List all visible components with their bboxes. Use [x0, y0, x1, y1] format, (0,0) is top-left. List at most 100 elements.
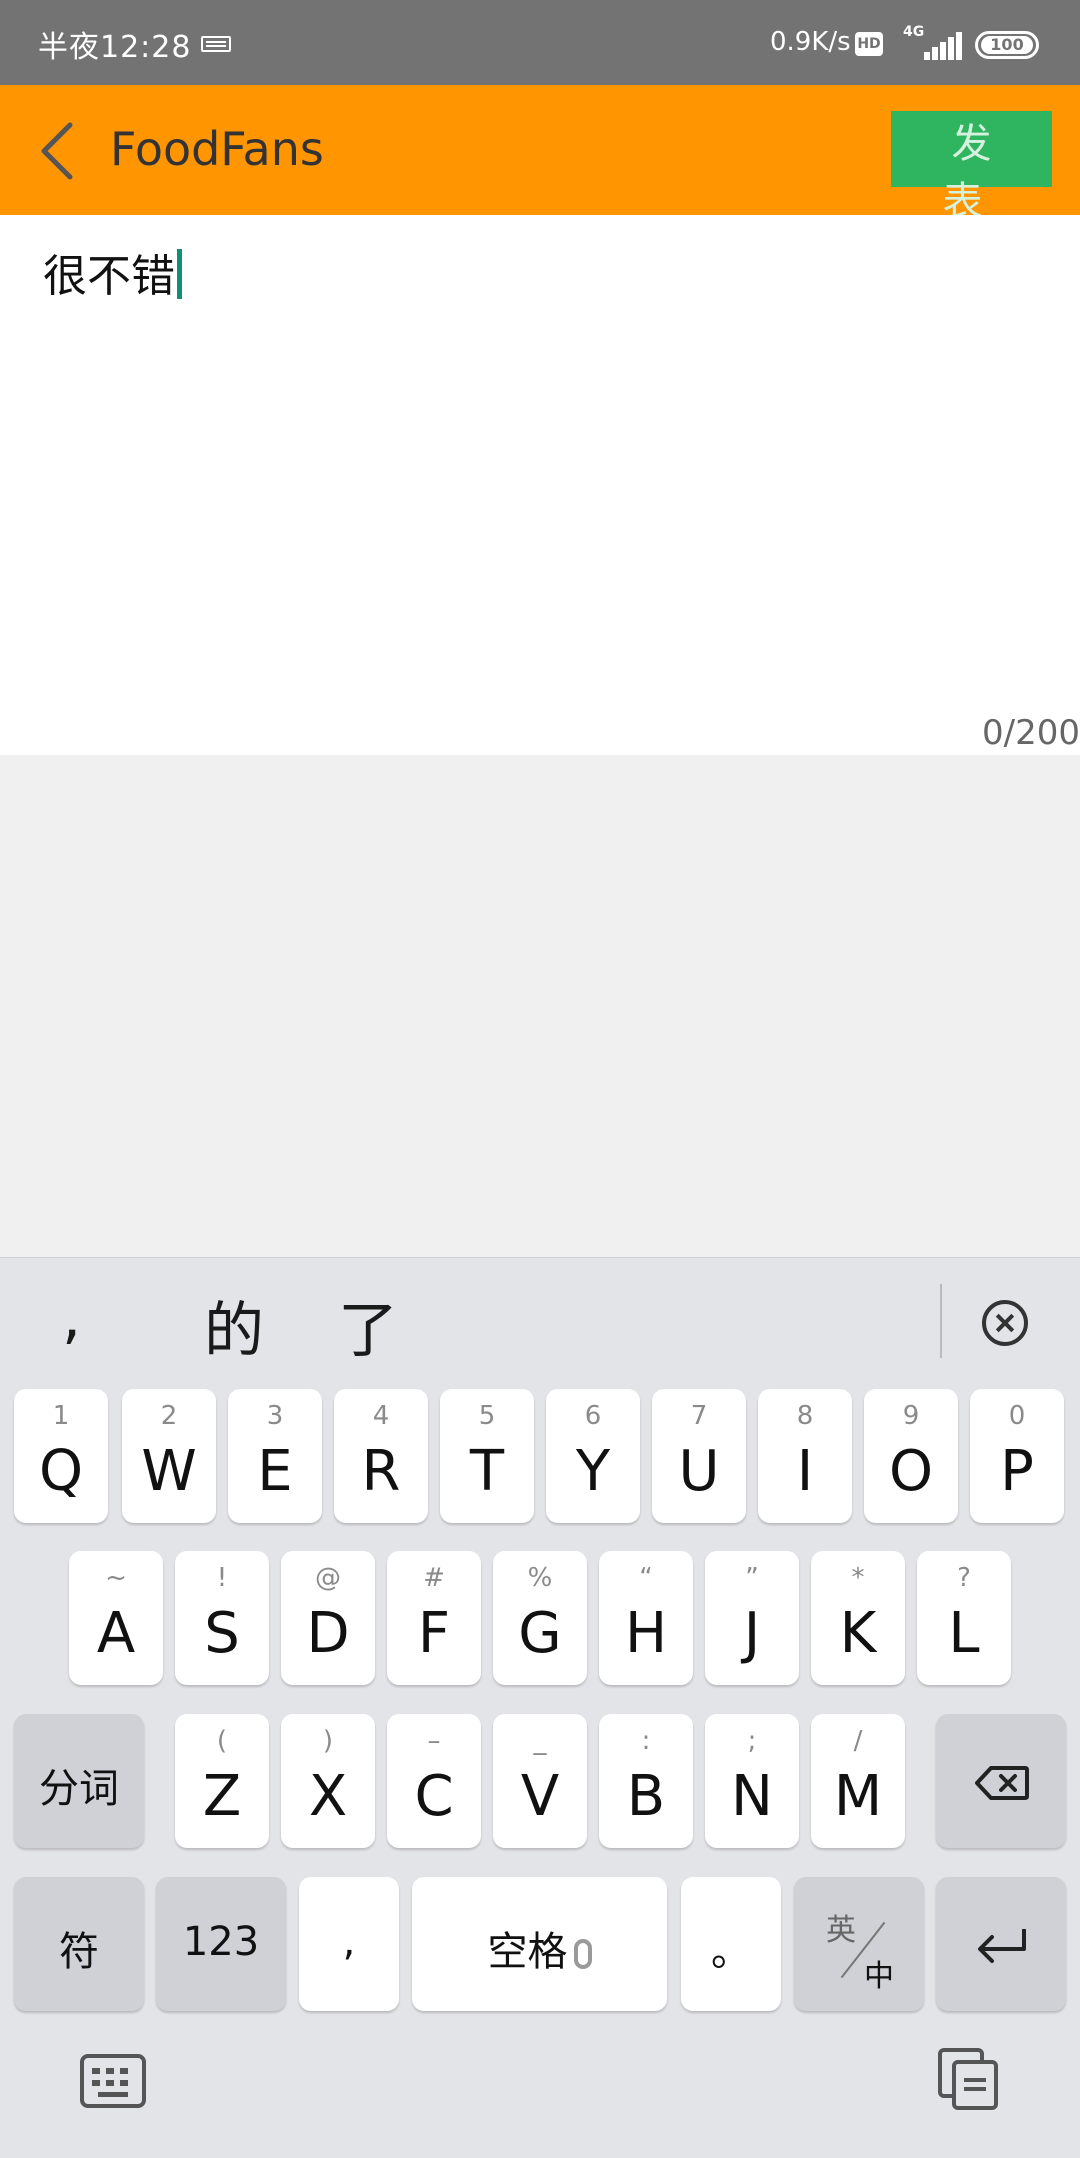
key-f[interactable]: # F: [387, 1551, 481, 1685]
suggestion-bar: , 的 了: [0, 1258, 1080, 1388]
suggestion-item[interactable]: 的: [204, 1282, 264, 1369]
empty-area: [0, 755, 1080, 1257]
key-label: Q: [38, 1439, 84, 1504]
key-label: I: [796, 1439, 814, 1504]
key-hint: 8: [796, 1401, 814, 1431]
key-m[interactable]: / M: [811, 1714, 905, 1848]
key-hint: 1: [52, 1401, 70, 1431]
key-hint: ”: [745, 1563, 759, 1593]
key-label: N: [731, 1764, 773, 1829]
backspace-key[interactable]: [936, 1714, 1066, 1848]
key-hint: –: [427, 1726, 441, 1756]
key-p[interactable]: 0P: [970, 1389, 1064, 1523]
symbol-key[interactable]: 符: [14, 1877, 144, 2011]
key-a[interactable]: ~ A: [69, 1551, 163, 1685]
key-g[interactable]: % G: [493, 1551, 587, 1685]
key-hint: 5: [478, 1401, 496, 1431]
close-icon[interactable]: [982, 1300, 1028, 1346]
keyboard-icon[interactable]: [80, 2054, 146, 2108]
key-d[interactable]: @ D: [281, 1551, 375, 1685]
key-label: 。: [711, 1929, 751, 1975]
key-hint: @: [315, 1563, 341, 1593]
key-b[interactable]: :B: [599, 1714, 693, 1848]
key-u[interactable]: 7U: [652, 1389, 746, 1523]
key-l[interactable]: ? L: [917, 1551, 1011, 1685]
key-label: L: [948, 1601, 980, 1666]
key-z[interactable]: (Z: [175, 1714, 269, 1848]
network-speed: 0.9K/s: [770, 27, 851, 57]
segment-key[interactable]: 分词: [14, 1714, 144, 1848]
suggestion-item[interactable]: 了: [338, 1282, 398, 1369]
status-bar: 半夜12:28 0.9K/s HD 4G 100: [0, 0, 1080, 85]
key-label: K: [839, 1601, 877, 1666]
language-switch-key[interactable]: 英 中: [794, 1877, 924, 2011]
key-x[interactable]: ) X: [281, 1714, 375, 1848]
key-label: W: [141, 1439, 197, 1504]
key-h[interactable]: “H: [599, 1551, 693, 1685]
key-hint: /: [853, 1726, 863, 1756]
signal-icon: [920, 32, 962, 60]
key-label: O: [888, 1439, 934, 1504]
key-label: V: [520, 1764, 560, 1829]
key-label: X: [308, 1764, 348, 1829]
key-hint: “: [639, 1563, 653, 1593]
key-s[interactable]: ! S: [175, 1551, 269, 1685]
battery-level: 100: [981, 36, 1033, 54]
divider: [940, 1284, 942, 1358]
key-e[interactable]: 3E: [228, 1389, 322, 1523]
key-i[interactable]: 8I: [758, 1389, 852, 1523]
lang-zh-label: 中: [864, 1959, 894, 1994]
key-hint: !: [216, 1563, 228, 1593]
key-label: 分词: [39, 1766, 119, 1812]
key-k[interactable]: * K: [811, 1551, 905, 1685]
key-label: 123: [182, 1919, 260, 1965]
key-hint: :: [641, 1726, 651, 1756]
key-hint: 2: [160, 1401, 178, 1431]
post-editor[interactable]: 很不错 0/200: [0, 215, 1080, 755]
key-hint: 3: [266, 1401, 284, 1431]
key-label: D: [306, 1601, 350, 1666]
key-label: M: [833, 1764, 883, 1829]
key-label: T: [469, 1439, 505, 1504]
back-button[interactable]: [30, 113, 90, 188]
battery-icon: 100: [975, 31, 1039, 59]
key-o[interactable]: 9O: [864, 1389, 958, 1523]
key-w[interactable]: 2W: [122, 1389, 216, 1523]
key-j[interactable]: ” J: [705, 1551, 799, 1685]
clipboard-front: [952, 2060, 998, 2110]
lang-en-label: 英: [826, 1913, 856, 1948]
key-c[interactable]: – C: [387, 1714, 481, 1848]
publish-button[interactable]: 发 表: [891, 111, 1052, 225]
key-hint: 7: [690, 1401, 708, 1431]
key-label: S: [204, 1601, 240, 1666]
key-n[interactable]: ; N: [705, 1714, 799, 1848]
key-label: H: [624, 1601, 668, 1666]
key-label: Z: [202, 1764, 242, 1829]
key-label: A: [96, 1601, 136, 1666]
key-hint: 0: [1008, 1401, 1026, 1431]
editor-text: 很不错: [43, 251, 175, 302]
app-bar: FoodFans 发 表: [0, 85, 1080, 225]
enter-key[interactable]: [936, 1877, 1066, 2011]
status-time: 半夜12:28: [38, 30, 192, 65]
key-v[interactable]: _ V: [493, 1714, 587, 1848]
comma-key[interactable]: ,: [299, 1877, 399, 2011]
space-key[interactable]: 空格: [412, 1877, 667, 2011]
key-q[interactable]: 1Q: [14, 1389, 108, 1523]
character-counter: 0/200: [982, 713, 1080, 753]
numbers-key[interactable]: 123: [156, 1877, 286, 2011]
key-hint: ;: [747, 1726, 757, 1756]
editor-content[interactable]: 很不错: [43, 240, 182, 304]
period-key[interactable]: 。: [681, 1877, 781, 2011]
suggestion-item[interactable]: ,: [62, 1282, 81, 1352]
key-label: P: [1000, 1439, 1034, 1504]
key-r[interactable]: 4R: [334, 1389, 428, 1523]
key-hint: #: [423, 1563, 445, 1593]
key-label: C: [414, 1764, 454, 1829]
clipboard-icon[interactable]: [938, 2048, 998, 2110]
key-hint: *: [851, 1563, 865, 1593]
key-t[interactable]: 5T: [440, 1389, 534, 1523]
key-y[interactable]: 6Y: [546, 1389, 640, 1523]
space-label-wrap: 空格: [412, 1919, 667, 1977]
key-label: 符: [59, 1929, 99, 1975]
